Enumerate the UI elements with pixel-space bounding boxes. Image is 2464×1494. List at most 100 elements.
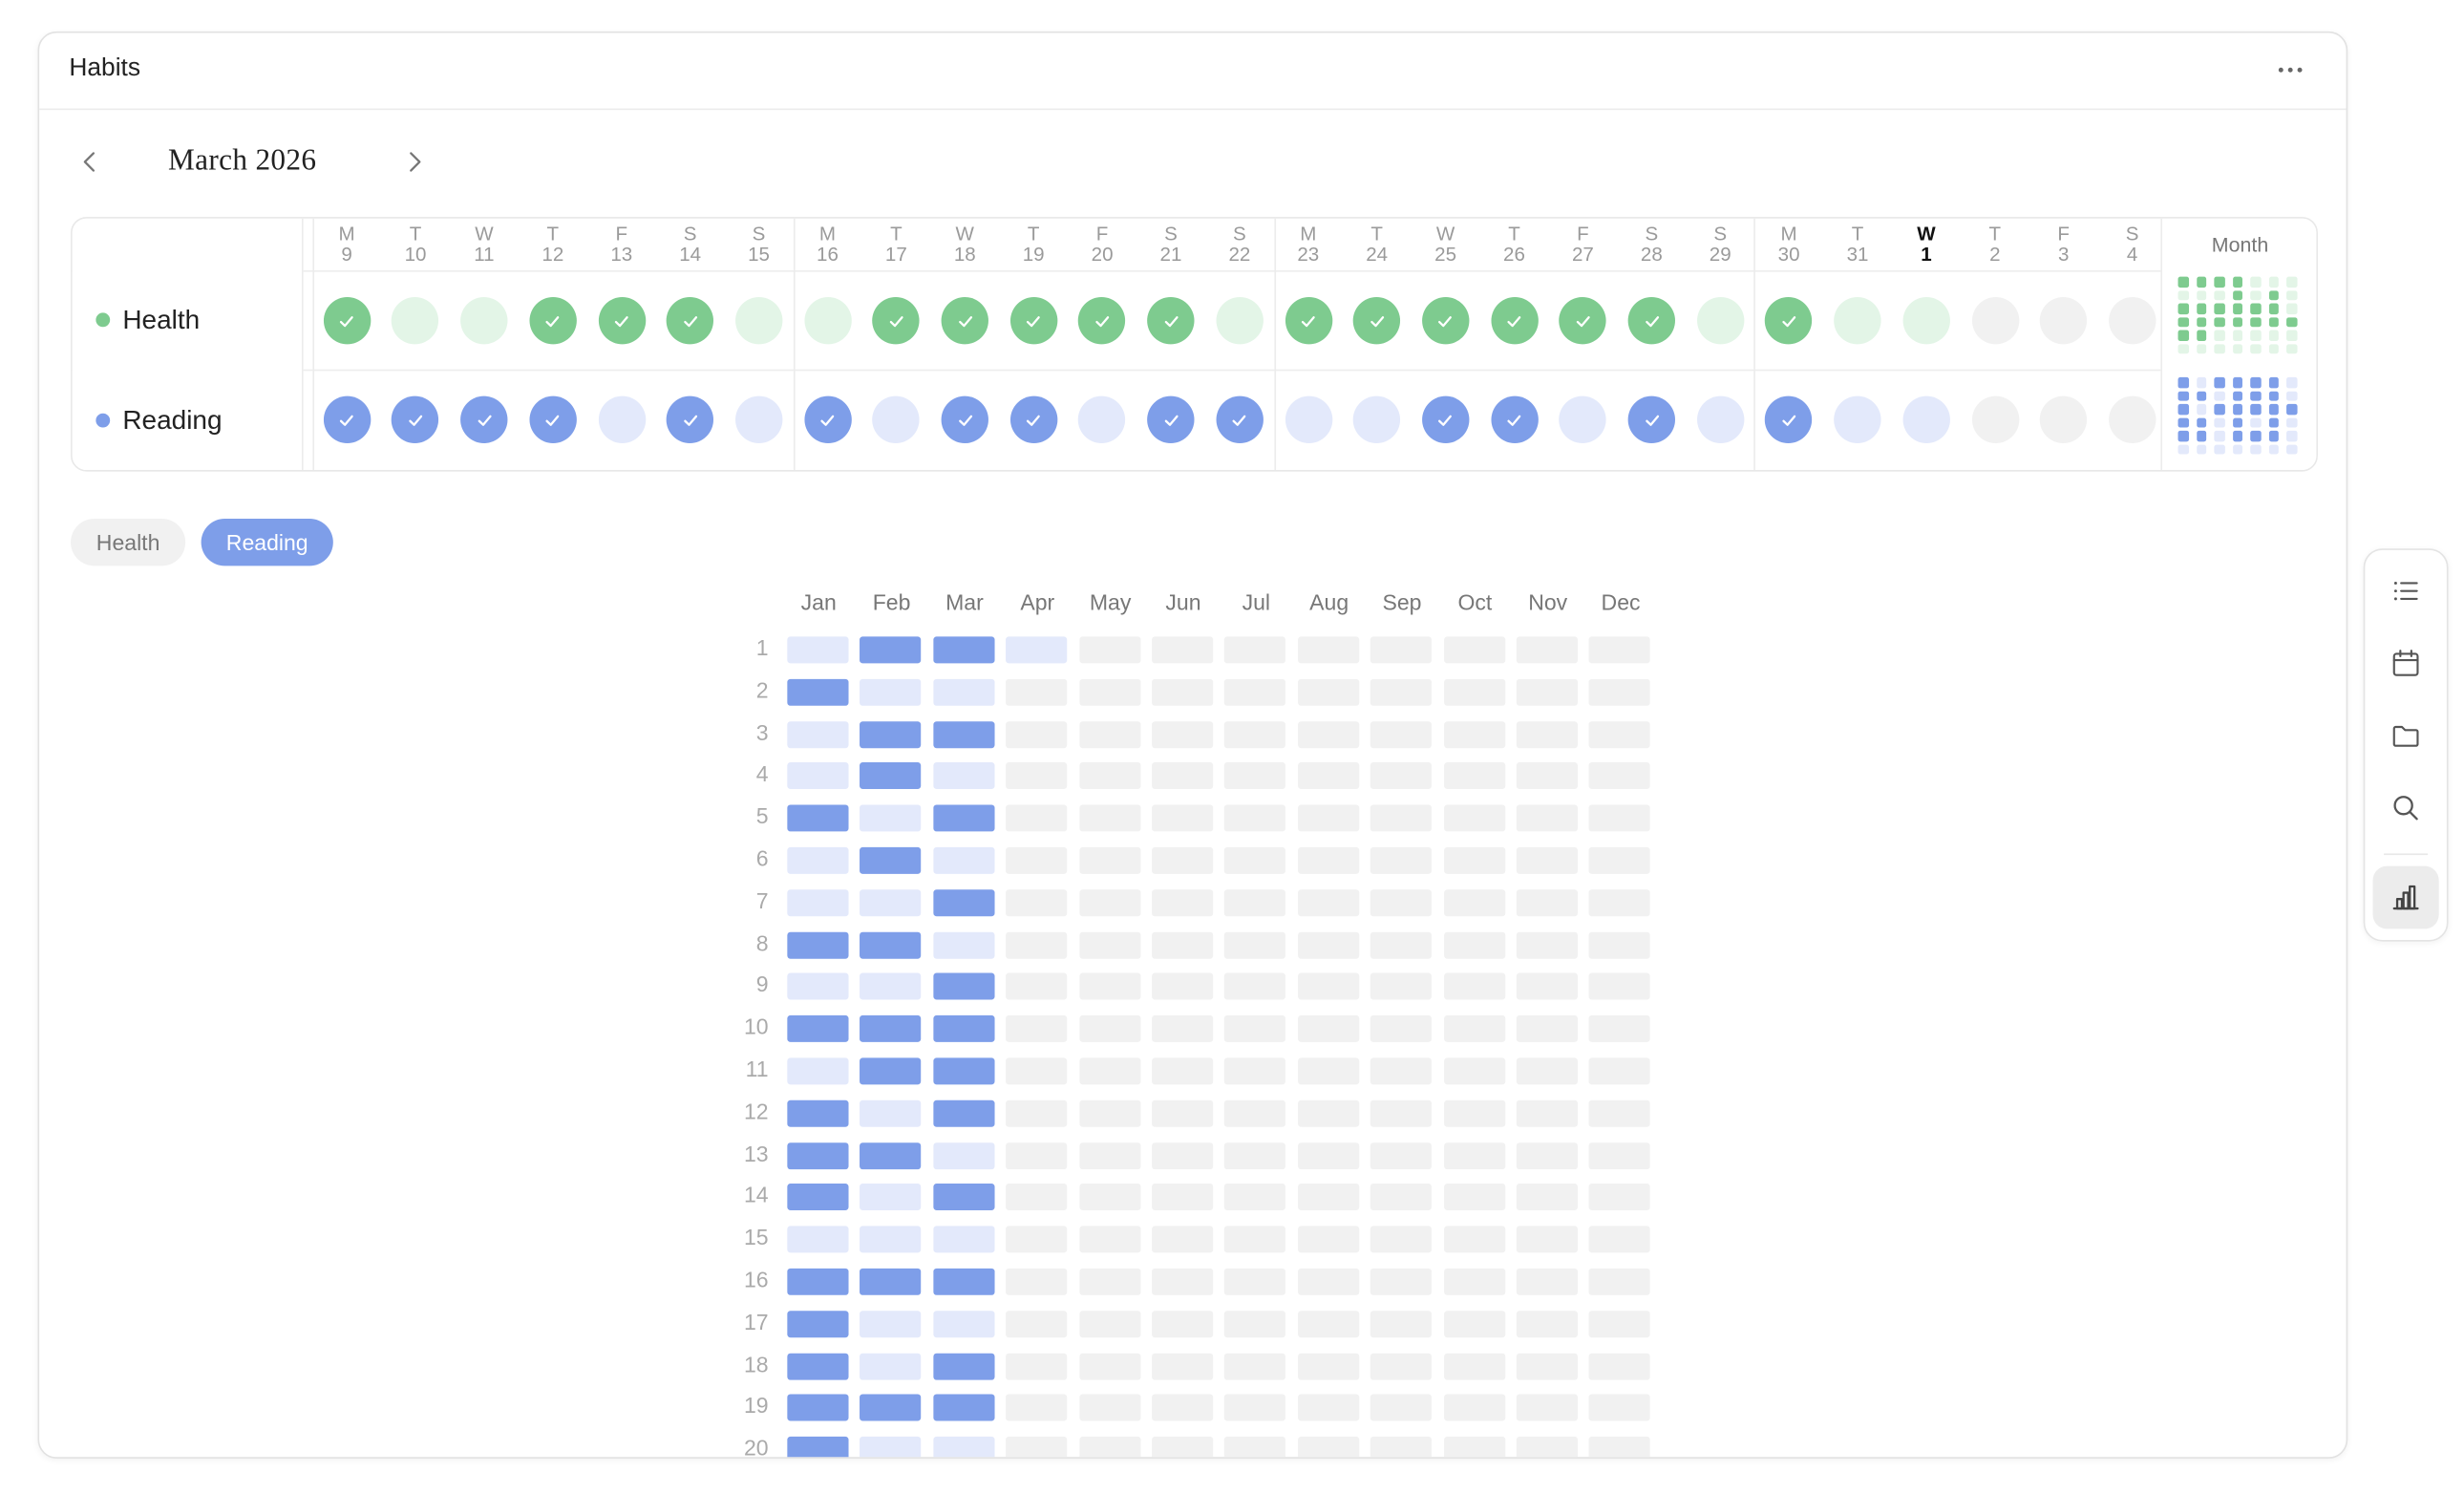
year-day-cell[interactable] [860, 1184, 922, 1211]
year-day-cell[interactable] [1152, 973, 1214, 1001]
year-day-cell[interactable] [1152, 1353, 1214, 1379]
year-day-cell[interactable] [1224, 1184, 1286, 1211]
year-day-cell[interactable] [1224, 931, 1286, 959]
year-day-cell[interactable] [1297, 1310, 1359, 1337]
year-day-cell[interactable] [1078, 973, 1140, 1001]
year-day-cell[interactable] [1152, 636, 1214, 664]
year-day-cell[interactable] [933, 1353, 995, 1379]
year-day-cell[interactable] [1443, 1437, 1505, 1458]
year-day-cell[interactable] [1152, 678, 1214, 706]
year-day-cell[interactable] [787, 804, 849, 832]
year-day-cell[interactable] [933, 1395, 995, 1422]
year-day-cell[interactable] [1224, 1226, 1286, 1253]
stats-view-button[interactable] [2372, 865, 2439, 929]
year-day-cell[interactable] [1297, 1226, 1359, 1253]
year-day-cell[interactable] [1224, 1353, 1286, 1379]
folder-view-button[interactable] [2373, 704, 2439, 767]
year-day-cell[interactable] [1443, 1057, 1505, 1085]
year-day-cell[interactable] [1006, 678, 1068, 706]
year-day-cell[interactable] [1078, 636, 1140, 664]
year-day-cell[interactable] [933, 1015, 995, 1043]
year-day-cell[interactable] [1370, 1142, 1433, 1169]
year-day-cell[interactable] [1006, 1395, 1068, 1422]
year-day-cell[interactable] [1370, 846, 1433, 874]
year-day-cell[interactable] [933, 846, 995, 874]
year-day-cell[interactable] [787, 931, 849, 959]
year-day-cell[interactable] [1224, 1015, 1286, 1043]
year-day-cell[interactable] [1006, 1184, 1068, 1211]
year-day-cell[interactable] [1589, 1310, 1651, 1337]
year-day-cell[interactable] [787, 1268, 849, 1295]
year-day-cell[interactable] [1152, 762, 1214, 790]
year-day-cell[interactable] [1297, 762, 1359, 790]
year-day-cell[interactable] [787, 1184, 849, 1211]
year-day-cell[interactable] [1224, 1310, 1286, 1337]
year-day-cell[interactable] [933, 1268, 995, 1295]
year-day-cell[interactable] [1589, 1184, 1651, 1211]
year-day-cell[interactable] [1589, 1437, 1651, 1458]
year-day-cell[interactable] [1078, 1437, 1140, 1458]
year-day-cell[interactable] [1516, 720, 1578, 748]
year-day-cell[interactable] [1078, 678, 1140, 706]
year-day-cell[interactable] [860, 636, 922, 664]
year-day-cell[interactable] [1006, 1099, 1068, 1127]
year-day-cell[interactable] [1078, 1184, 1140, 1211]
year-day-cell[interactable] [1516, 678, 1578, 706]
year-day-cell[interactable] [860, 888, 922, 916]
year-day-cell[interactable] [1370, 1353, 1433, 1379]
year-day-cell[interactable] [1370, 636, 1433, 664]
year-day-cell[interactable] [1443, 1310, 1505, 1337]
year-day-cell[interactable] [1297, 1057, 1359, 1085]
year-day-cell[interactable] [1006, 931, 1068, 959]
year-day-cell[interactable] [1078, 1353, 1140, 1379]
year-day-cell[interactable] [1078, 762, 1140, 790]
year-day-cell[interactable] [1152, 1057, 1214, 1085]
year-day-cell[interactable] [787, 720, 849, 748]
year-day-cell[interactable] [1370, 1395, 1433, 1422]
year-day-cell[interactable] [1589, 1015, 1651, 1043]
year-day-cell[interactable] [1589, 804, 1651, 832]
year-day-cell[interactable] [787, 1015, 849, 1043]
year-day-cell[interactable] [860, 1142, 922, 1169]
year-day-cell[interactable] [1297, 1099, 1359, 1127]
year-day-cell[interactable] [933, 1226, 995, 1253]
year-day-cell[interactable] [1516, 846, 1578, 874]
year-day-cell[interactable] [1516, 636, 1578, 664]
year-day-cell[interactable] [1370, 804, 1433, 832]
year-day-cell[interactable] [1589, 720, 1651, 748]
year-day-cell[interactable] [1370, 1226, 1433, 1253]
year-day-cell[interactable] [1297, 1437, 1359, 1458]
year-day-cell[interactable] [1006, 1310, 1068, 1337]
year-day-cell[interactable] [1589, 846, 1651, 874]
year-day-cell[interactable] [1589, 636, 1651, 664]
year-day-cell[interactable] [1516, 1057, 1578, 1085]
year-day-cell[interactable] [1078, 1268, 1140, 1295]
year-day-cell[interactable] [860, 1395, 922, 1422]
year-day-cell[interactable] [1297, 1268, 1359, 1295]
year-day-cell[interactable] [1224, 973, 1286, 1001]
year-day-cell[interactable] [933, 1437, 995, 1458]
year-day-cell[interactable] [860, 1099, 922, 1127]
year-day-cell[interactable] [1297, 1142, 1359, 1169]
year-day-cell[interactable] [1006, 1015, 1068, 1043]
year-day-cell[interactable] [1297, 678, 1359, 706]
year-day-cell[interactable] [1224, 888, 1286, 916]
year-day-cell[interactable] [1297, 1395, 1359, 1422]
year-day-cell[interactable] [1006, 973, 1068, 1001]
year-day-cell[interactable] [860, 1310, 922, 1337]
year-day-cell[interactable] [860, 931, 922, 959]
year-day-cell[interactable] [1152, 1184, 1214, 1211]
year-day-cell[interactable] [1224, 1395, 1286, 1422]
year-day-cell[interactable] [1443, 1395, 1505, 1422]
year-day-cell[interactable] [1589, 1057, 1651, 1085]
year-day-cell[interactable] [1443, 931, 1505, 959]
year-day-cell[interactable] [787, 1310, 849, 1337]
year-day-cell[interactable] [1589, 1099, 1651, 1127]
year-day-cell[interactable] [860, 1437, 922, 1458]
year-day-cell[interactable] [1589, 762, 1651, 790]
year-day-cell[interactable] [1516, 762, 1578, 790]
year-day-cell[interactable] [860, 973, 922, 1001]
year-day-cell[interactable] [933, 762, 995, 790]
year-day-cell[interactable] [1443, 678, 1505, 706]
year-day-cell[interactable] [933, 1310, 995, 1337]
